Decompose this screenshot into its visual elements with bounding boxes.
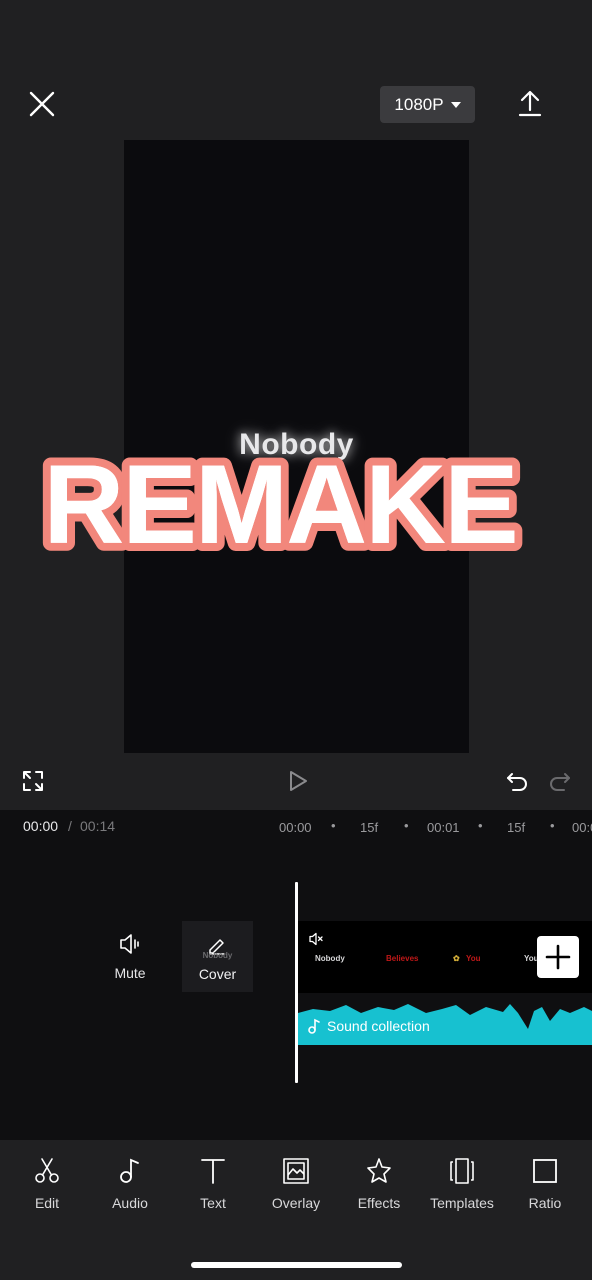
cover-label: Cover [198,966,237,982]
frame-text: Believes [386,954,419,963]
tool-label: Text [200,1195,226,1211]
remake-overlay-text: REMAKE REMAKE [35,440,526,560]
ruler-dot: • [550,818,555,833]
mute-clip-audio-button[interactable]: Mute [100,930,160,990]
fullscreen-icon [23,771,43,791]
overlay-icon [283,1158,309,1184]
ruler-dot: • [478,818,483,833]
frame-text: ✿ [453,954,460,963]
text-icon [201,1159,225,1184]
playhead[interactable] [295,882,298,1083]
fullscreen-button[interactable] [21,769,45,793]
caret-down-icon [450,101,461,108]
templates-icon [450,1158,474,1184]
plus-icon [545,944,571,970]
ruler-label: 00:02 [572,820,592,835]
play-button[interactable] [286,769,310,793]
scissors-icon [35,1158,59,1183]
tool-label: Edit [34,1195,60,1211]
export-icon [518,90,542,117]
close-icon [29,91,55,117]
tool-text[interactable]: Text [175,1155,251,1215]
tool-label: Effects [357,1195,401,1211]
resolution-dropdown[interactable]: 1080P [380,86,475,123]
speaker-icon [120,934,139,954]
tool-effects[interactable]: Effects [341,1155,417,1215]
tool-label: Templates [430,1195,494,1211]
muted-speaker-icon [308,931,324,947]
add-clip-button[interactable] [537,936,579,978]
ratio-icon [533,1159,557,1183]
play-icon [290,771,307,791]
undo-icon [507,773,527,791]
music-note-icon [120,1158,139,1183]
tool-overlay[interactable]: Overlay [258,1155,334,1215]
mute-label: Mute [114,965,146,981]
remake-text-fill: REMAKE [43,442,516,560]
current-time: 00:00 [23,818,59,834]
time-separator: / [68,818,72,834]
ruler-label: 15f [507,820,526,835]
tool-audio[interactable]: Audio [92,1155,168,1215]
redo-button[interactable] [548,769,572,793]
ruler-dot: • [331,818,336,833]
close-button[interactable] [26,88,58,120]
effects-star-icon [367,1158,391,1183]
tool-templates[interactable]: Templates [424,1155,500,1215]
music-note-icon [307,1018,321,1034]
tool-label: Audio [112,1195,148,1211]
total-time: 00:14 [80,818,116,834]
cover-thumbnail-text: Nobody [202,951,233,960]
frame-text: Nobody [315,954,345,963]
frame-text: You [466,954,481,963]
redo-icon [550,773,570,791]
resolution-label: 1080P [394,94,444,114]
ruler-label: 15f [360,820,379,835]
cover-button[interactable]: Nobody Cover [182,921,253,992]
audio-track-label: Sound collection [327,1018,430,1034]
ruler-label: 00:01 [427,820,460,835]
export-button[interactable] [514,88,546,120]
undo-button[interactable] [505,769,529,793]
ruler-label: 00:00 [279,820,312,835]
tool-label: Ratio [528,1195,562,1211]
ruler-dot: • [404,818,409,833]
home-indicator[interactable] [191,1262,402,1268]
tool-label: Overlay [271,1195,321,1211]
tool-ratio[interactable]: Ratio [507,1155,583,1215]
tool-edit[interactable]: Edit [9,1155,85,1215]
